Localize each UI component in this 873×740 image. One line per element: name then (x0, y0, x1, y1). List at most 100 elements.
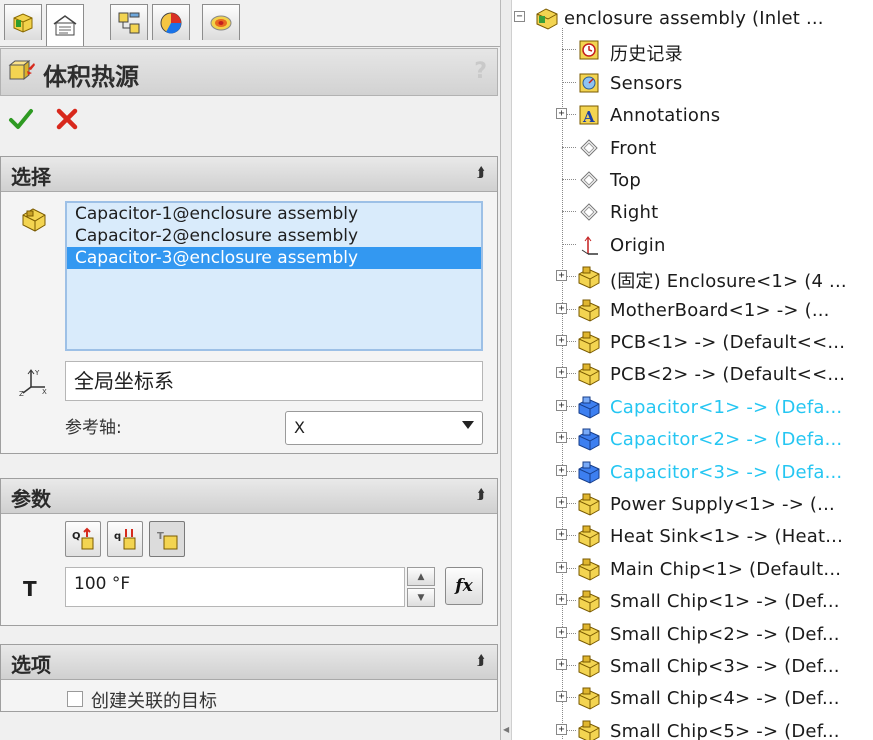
part-icon (578, 331, 600, 354)
tree-row[interactable]: − enclosure assembly (Inlet ... (512, 2, 873, 34)
expand-node-icon[interactable]: + (556, 399, 567, 411)
simulation-study-tab[interactable] (202, 4, 240, 40)
tree-row[interactable]: + Main Chip<1> (Default... (512, 553, 873, 585)
expand-node-icon[interactable]: + (556, 108, 567, 120)
tree-row[interactable]: + MotherBoard<1> -> (... (512, 294, 873, 326)
temperature-spinner[interactable]: ▲ ▼ (407, 567, 437, 607)
function-button[interactable]: fx (445, 567, 483, 605)
temperature-input[interactable]: 100 °F (65, 567, 405, 607)
spin-up-icon[interactable]: ▲ (407, 567, 435, 586)
tree-row[interactable]: + A Annotations (512, 99, 873, 131)
feature-header: 体积热源 ? (0, 48, 498, 96)
expand-node-icon[interactable]: + (556, 594, 567, 606)
selection-group-header[interactable]: 选择 ⮭ (1, 157, 497, 192)
expand-node-icon[interactable]: + (556, 561, 567, 573)
tree-row[interactable]: + Small Chip<5> -> (Def... (512, 715, 873, 740)
plane-icon (580, 138, 598, 157)
cancel-x-icon[interactable] (54, 106, 80, 132)
part-icon (578, 590, 600, 613)
part-icon (578, 558, 600, 581)
temperature-mode-button[interactable]: T (149, 521, 185, 557)
configuration-manager-tab[interactable] (110, 4, 148, 40)
spin-down-icon[interactable]: ▼ (407, 588, 435, 607)
expand-node-icon[interactable]: + (556, 432, 567, 444)
list-item[interactable]: Capacitor-3@enclosure assembly (67, 247, 481, 269)
expand-node-icon[interactable]: + (556, 659, 567, 670)
reference-axis-value: X (294, 418, 305, 437)
feature-manager-tab[interactable] (4, 4, 42, 40)
plane-icon (580, 171, 598, 189)
list-item[interactable]: Capacitor-1@enclosure assembly (67, 203, 481, 225)
expand-node-icon[interactable]: + (556, 302, 567, 314)
tree-row[interactable]: + (固定) Enclosure<1> (4 ... (512, 261, 873, 293)
tree-row[interactable]: + Capacitor<2> -> (Defa... (512, 423, 873, 455)
property-manager-panel: 体积热源 ? 选择 ⮭ Capacitor-1@enclosure assemb… (0, 0, 500, 740)
help-button[interactable]: ? (474, 59, 487, 84)
options-group: 选项 ⮭ 创建关联的目标 (0, 644, 498, 712)
property-manager-tab[interactable] (46, 4, 84, 46)
tree-row[interactable]: + Small Chip<1> -> (Def... (512, 585, 873, 617)
tree-row[interactable]: + PCB<1> -> (Default<<... (512, 326, 873, 358)
expand-node-icon[interactable]: + (556, 270, 567, 282)
coordinate-system-field[interactable]: 全局坐标系 (65, 361, 483, 401)
part-icon (578, 623, 600, 646)
tree-item-label: Sensors (610, 72, 683, 94)
reference-axis-dropdown[interactable]: X (285, 411, 483, 445)
tree-row[interactable]: + PCB<2> -> (Default<<... (512, 358, 873, 390)
expand-node-icon[interactable]: + (556, 367, 567, 379)
tree-item-label: Capacitor<2> -> (Defa... (610, 429, 843, 451)
collapse-chevron-icon[interactable]: ⮭ (477, 653, 485, 669)
reference-axis-label: 参考轴: (65, 418, 122, 438)
sensor-icon (579, 73, 599, 93)
parameters-group: 参数 ⮭ Q q T T 100 °F ▲ ▼ fx (0, 478, 498, 626)
tree-row[interactable]: + Capacitor<1> -> (Defa... (512, 391, 873, 423)
expand-node-icon[interactable]: + (556, 497, 567, 508)
list-item[interactable]: Capacitor-2@enclosure assembly (67, 225, 481, 247)
heat-flux-mode-button[interactable]: q (107, 521, 143, 557)
expand-node-icon[interactable]: + (556, 335, 567, 346)
selection-group-title: 选择 (11, 165, 51, 189)
svg-text:Q: Q (72, 531, 81, 542)
collapse-chevron-icon[interactable]: ⮭ (477, 487, 485, 503)
expand-node-icon[interactable]: + (556, 464, 567, 476)
tree-row[interactable]: + Small Chip<2> -> (Def... (512, 618, 873, 650)
tree-row[interactable]: 历史记录 (512, 34, 873, 66)
collapse-node-icon[interactable]: − (514, 11, 525, 22)
tree-row[interactable]: + Heat Sink<1> -> (Heat... (512, 520, 873, 552)
tree-row[interactable]: Right (512, 196, 873, 228)
create-associated-goal-checkbox[interactable] (67, 691, 83, 707)
tree-row[interactable]: Front (512, 132, 873, 164)
expand-node-icon[interactable]: + (556, 529, 567, 541)
tree-row[interactable]: Sensors (512, 67, 873, 99)
heat-power-mode-button[interactable]: Q (65, 521, 101, 557)
tree-row[interactable]: + Capacitor<3> -> (Defa... (512, 456, 873, 488)
tree-item-label: Top (610, 170, 641, 191)
part-icon (578, 687, 600, 710)
panel-splitter[interactable]: ◀ (500, 0, 512, 740)
tree-row[interactable]: Top (512, 164, 873, 196)
tree-item-label: Small Chip<1> -> (Def... (610, 591, 840, 613)
selected-components-list[interactable]: Capacitor-1@enclosure assembly Capacitor… (65, 201, 483, 351)
chevron-down-icon (462, 421, 474, 429)
scroll-left-arrow-icon[interactable]: ◀ (503, 725, 509, 734)
part-icon (578, 720, 600, 740)
tree-row[interactable]: Origin (512, 229, 873, 261)
feature-manager-tab-icon (13, 12, 33, 33)
expand-node-icon[interactable]: + (556, 723, 567, 735)
options-group-header[interactable]: 选项 ⮭ (1, 645, 497, 680)
tree-row[interactable]: + Small Chip<4> -> (Def... (512, 682, 873, 714)
collapse-chevron-icon[interactable]: ⮭ (477, 165, 485, 181)
display-manager-tab[interactable] (152, 4, 190, 40)
tree-row[interactable]: + Power Supply<1> -> (... (512, 488, 873, 520)
tree-item-label: 历史记录 (610, 44, 683, 66)
svg-text:X: X (42, 388, 47, 396)
tree-row[interactable]: + Small Chip<3> -> (Def... (512, 650, 873, 682)
expand-node-icon[interactable]: + (556, 626, 567, 638)
svg-text:T: T (157, 531, 164, 542)
parameters-group-header[interactable]: 参数 ⮭ (1, 479, 497, 514)
tree-item-label: Front (610, 137, 657, 159)
part-icon (578, 655, 600, 678)
ok-checkmark-icon[interactable] (8, 106, 34, 132)
expand-node-icon[interactable]: + (556, 691, 567, 703)
tree-item-label: Small Chip<2> -> (Def... (610, 623, 840, 645)
